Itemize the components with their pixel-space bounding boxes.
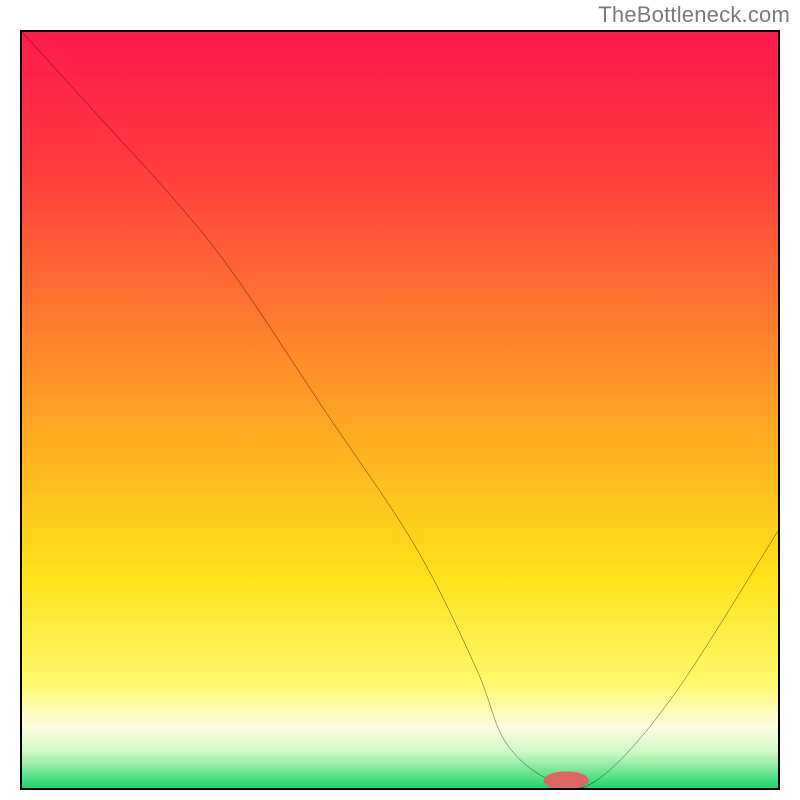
optimal-marker (22, 32, 778, 788)
chart-stage: TheBottleneck.com (0, 0, 800, 800)
plot-area (20, 30, 780, 790)
watermark-text: TheBottleneck.com (598, 2, 790, 28)
